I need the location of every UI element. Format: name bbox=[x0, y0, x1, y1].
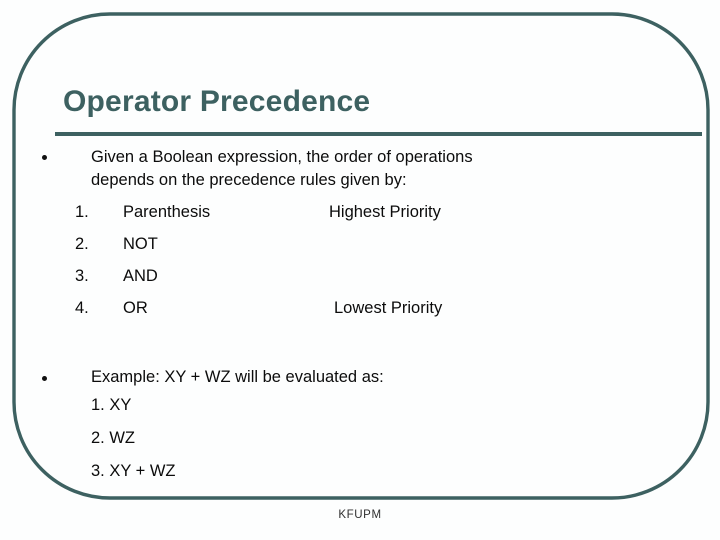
example-steps-list: 1. XY 2. WZ 3. XY + WZ bbox=[0, 396, 720, 495]
rule-label: NOT bbox=[123, 235, 158, 253]
slide-body: Given a Boolean expression, the order of… bbox=[0, 0, 720, 540]
example-step-text: 3. XY + WZ bbox=[91, 462, 176, 480]
rule-number: 2. bbox=[75, 235, 89, 253]
rule-number: 3. bbox=[75, 267, 89, 285]
rule-priority-note: Highest Priority bbox=[329, 203, 441, 221]
slide: Operator Precedence Given a Boolean expr… bbox=[0, 0, 720, 540]
slide-footer: KFUPM bbox=[338, 509, 382, 521]
example-step-text: 1. XY bbox=[91, 396, 132, 414]
rule-number: 1. bbox=[75, 203, 89, 221]
list-item: 1. XY bbox=[0, 396, 720, 429]
bullet-dot-icon bbox=[42, 155, 47, 160]
example-step-text: 2. WZ bbox=[91, 429, 135, 447]
rule-number: 4. bbox=[75, 299, 89, 317]
precedence-rules-list: 1. Parenthesis Highest Priority 2. NOT 3… bbox=[0, 203, 720, 331]
list-item: 2. NOT bbox=[0, 235, 720, 267]
bullet-1-line-1: Given a Boolean expression, the order of… bbox=[91, 148, 473, 166]
list-item: 3. XY + WZ bbox=[0, 462, 720, 495]
list-item: 1. Parenthesis Highest Priority bbox=[0, 203, 720, 235]
rule-label: Parenthesis bbox=[123, 203, 211, 221]
bullet-1-line-2: depends on the precedence rules given by… bbox=[91, 171, 407, 189]
bullet-2-line-1: Example: XY + WZ will be evaluated as: bbox=[91, 368, 384, 386]
list-item: 4. OR Lowest Priority bbox=[0, 299, 720, 331]
rule-priority-note: Lowest Priority bbox=[334, 299, 443, 317]
rule-label: AND bbox=[123, 267, 158, 285]
list-item: 2. WZ bbox=[0, 429, 720, 462]
rule-label: OR bbox=[123, 299, 148, 317]
list-item: 3. AND bbox=[0, 267, 720, 299]
bullet-dot-icon bbox=[42, 376, 47, 381]
